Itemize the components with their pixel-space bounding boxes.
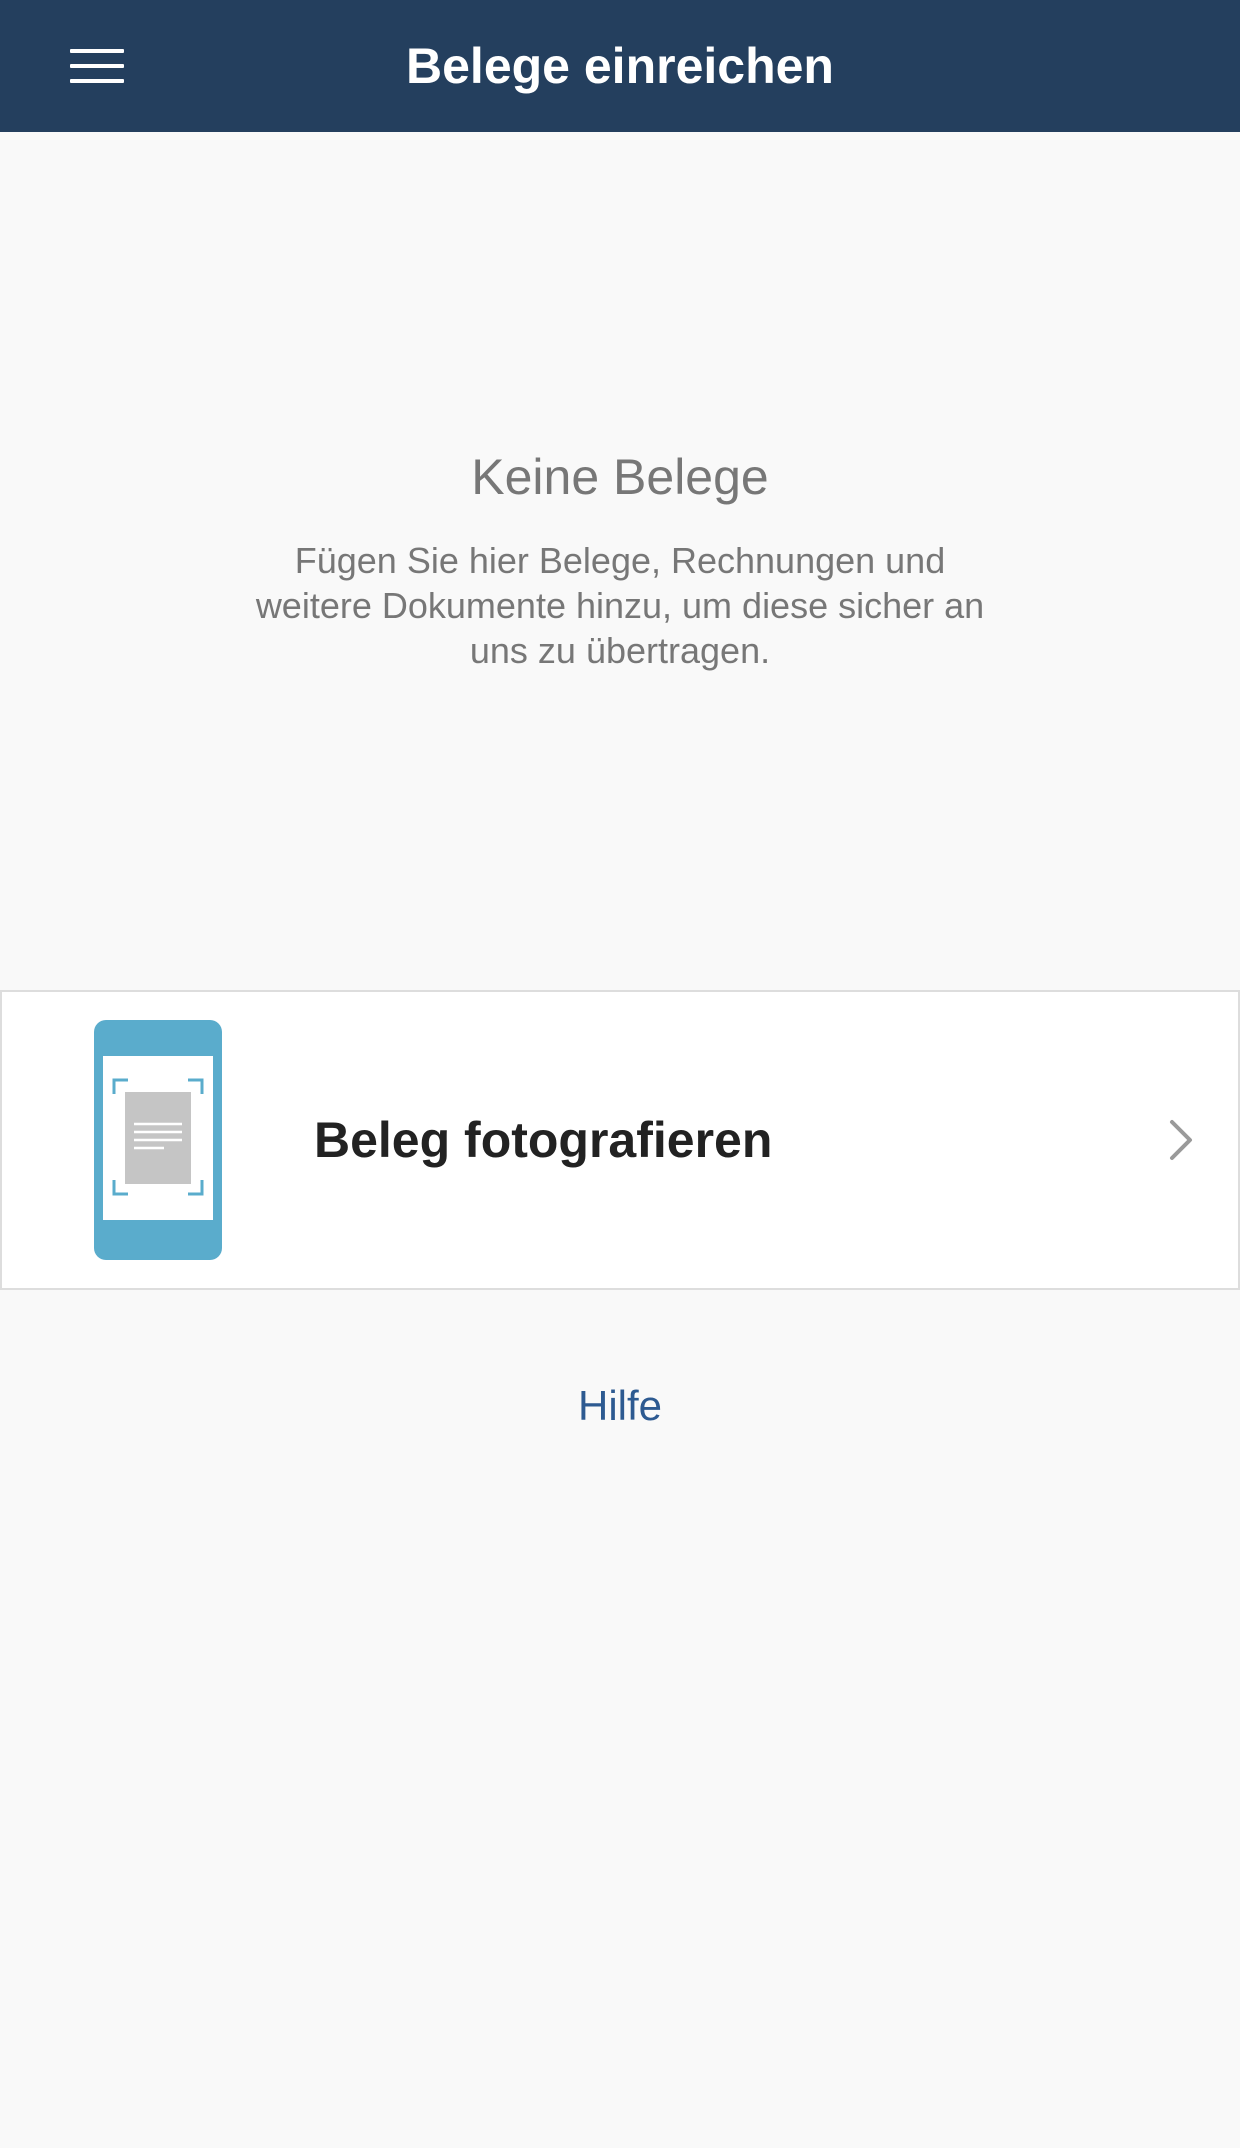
chevron-right-icon (1170, 1120, 1192, 1160)
help-link[interactable]: Hilfe (0, 1382, 1240, 1430)
page-title: Belege einreichen (406, 38, 834, 94)
phone-scan-document-icon (94, 1020, 222, 1260)
empty-state-description: Fügen Sie hier Belege, Rechnungen und we… (255, 540, 985, 671)
app-header: Belege einreichen (0, 0, 1240, 132)
empty-state-title: Keine Belege (471, 449, 769, 505)
take-photo-button[interactable]: Beleg fotografieren (0, 990, 1240, 1290)
take-photo-label: Beleg fotografieren (314, 1112, 773, 1168)
